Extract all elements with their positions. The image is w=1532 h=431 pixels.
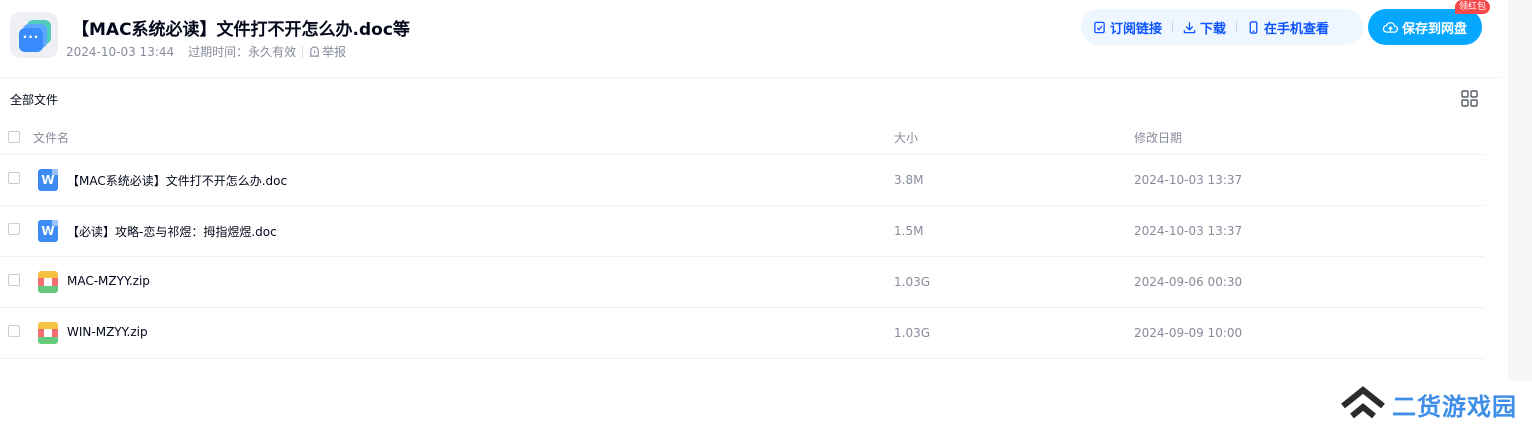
- file-table: 文件名 大小 修改日期 W 【MAC系统必读】文件打不开怎么办.doc 3.8M…: [0, 120, 1484, 359]
- expiry-label: 过期时间：永久有效: [188, 45, 297, 59]
- column-header-name[interactable]: 文件名: [33, 129, 69, 146]
- column-header-date[interactable]: 修改日期: [1134, 129, 1182, 146]
- table-header: 文件名 大小 修改日期: [0, 120, 1484, 155]
- watermark-logo-icon: [1341, 386, 1385, 419]
- word-doc-icon: W: [38, 169, 58, 191]
- site-watermark: 二货游戏园: [1340, 386, 1517, 422]
- file-date: 2024-10-03 13:37: [1134, 173, 1243, 187]
- word-doc-icon: W: [38, 220, 58, 242]
- file-size: 1.03G: [894, 326, 931, 340]
- phone-icon: [1249, 20, 1258, 34]
- view-on-phone-button[interactable]: 在手机查看: [1247, 18, 1329, 37]
- zip-archive-icon: [38, 322, 58, 344]
- share-title: 【MAC系统必读】文件打不开怎么办.doc等: [72, 20, 410, 40]
- file-size: 1.5M: [894, 224, 924, 238]
- select-all-checkbox[interactable]: [8, 131, 20, 143]
- divider: [1172, 21, 1174, 33]
- download-label: 下载: [1200, 21, 1227, 37]
- row-checkbox[interactable]: [8, 223, 20, 235]
- file-date: 2024-09-09 10:00: [1134, 326, 1243, 340]
- file-name[interactable]: 【必读】攻略-恋与祁煜：拇指煜煜.doc: [67, 223, 277, 240]
- phone-label: 在手机查看: [1264, 21, 1330, 37]
- share-page: ··· 【MAC系统必读】文件打不开怎么办.doc等 2024-10-03 13…: [0, 0, 1532, 431]
- share-meta: 2024-10-03 13:44 过期时间：永久有效 举报: [66, 43, 346, 60]
- share-header: ··· 【MAC系统必读】文件打不开怎么办.doc等 2024-10-03 13…: [0, 0, 1500, 78]
- report-label: 举报: [322, 45, 347, 59]
- column-header-size[interactable]: 大小: [894, 129, 918, 146]
- download-icon: [1183, 21, 1196, 33]
- divider: [1236, 21, 1238, 33]
- watermark-text: 二货游戏园: [1392, 392, 1517, 421]
- file-name[interactable]: 【MAC系统必读】文件打不开怎么办.doc: [67, 172, 287, 189]
- share-date: 2024-10-03 13:44: [66, 44, 175, 59]
- table-row[interactable]: W 【必读】攻略-恋与祁煜：拇指煜煜.doc 1.5M 2024-10-03 1…: [0, 206, 1484, 257]
- scrollbar[interactable]: [1508, 0, 1532, 381]
- report-icon: [310, 46, 320, 57]
- file-date: 2024-09-06 00:30: [1134, 275, 1243, 289]
- subscribe-icon: [1094, 21, 1105, 33]
- subscribe-label: 订阅链接: [1110, 21, 1163, 37]
- save-label: 保存到网盘: [1401, 21, 1467, 37]
- save-to-drive-button[interactable]: 保存到网盘: [1368, 9, 1482, 45]
- row-checkbox[interactable]: [8, 172, 20, 184]
- table-row[interactable]: MAC-MZYY.zip 1.03G 2024-09-06 00:30: [0, 257, 1484, 308]
- table-row[interactable]: WIN-MZYY.zip 1.03G 2024-09-09 10:00: [0, 308, 1484, 359]
- zip-archive-icon: [38, 271, 58, 293]
- file-name[interactable]: WIN-MZYY.zip: [67, 325, 148, 339]
- breadcrumb[interactable]: 全部文件: [10, 91, 58, 108]
- row-checkbox[interactable]: [8, 274, 20, 286]
- file-name[interactable]: MAC-MZYY.zip: [67, 274, 150, 288]
- subscribe-link-button[interactable]: 订阅链接: [1093, 18, 1162, 37]
- red-packet-badge[interactable]: 领红包: [1455, 0, 1491, 14]
- file-size: 3.8M: [894, 173, 924, 187]
- grid-icon[interactable]: [1461, 90, 1478, 107]
- row-checkbox[interactable]: [8, 325, 20, 337]
- share-folder-icon: ···: [10, 12, 58, 58]
- file-date: 2024-10-03 13:37: [1134, 224, 1243, 238]
- cloud-upload-icon: [1382, 21, 1398, 33]
- download-button[interactable]: 下载: [1183, 18, 1226, 37]
- file-size: 1.03G: [894, 275, 931, 289]
- report-link[interactable]: 举报: [309, 43, 346, 60]
- action-group: 订阅链接 下载 在手机查看: [1081, 9, 1363, 45]
- divider: [302, 45, 304, 58]
- table-row[interactable]: W 【MAC系统必读】文件打不开怎么办.doc 3.8M 2024-10-03 …: [0, 155, 1484, 206]
